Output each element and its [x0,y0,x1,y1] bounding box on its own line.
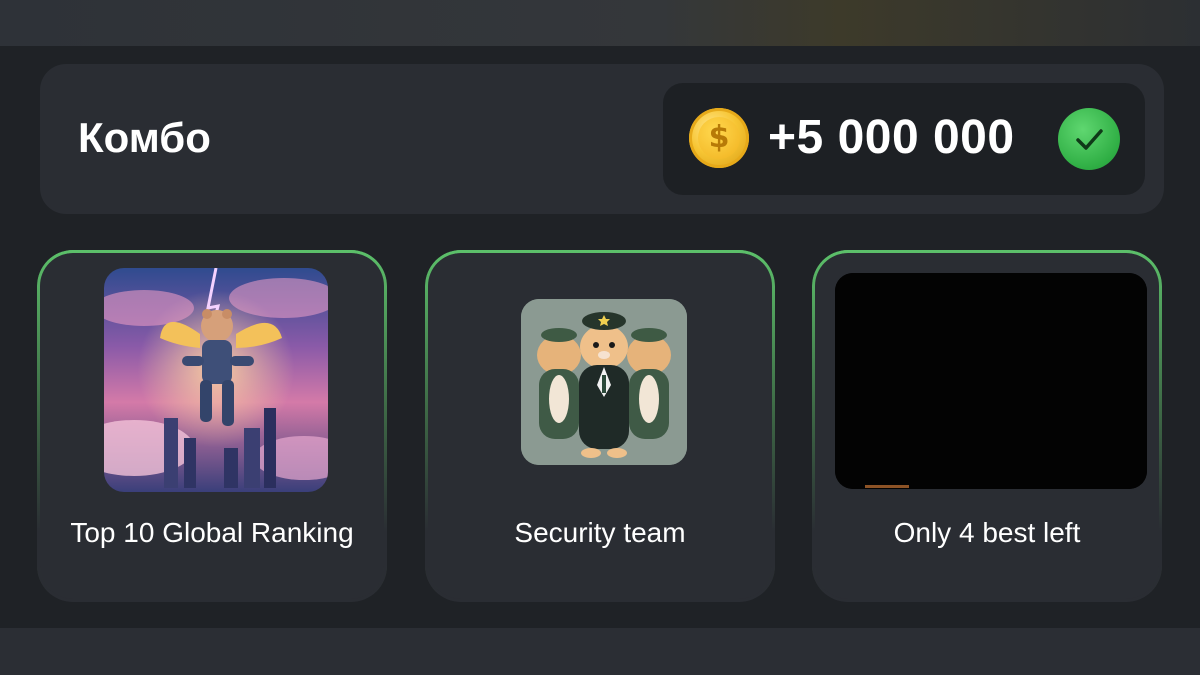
combo-card-top-10-global-ranking[interactable]: Top 10 Global Ranking [37,250,387,602]
dollar-coin-icon: $ [689,108,749,168]
combo-card-only-4-best-left[interactable]: Only 4 best left [812,250,1162,602]
combo-title: Комбо [78,114,211,161]
combo-reward-amount: +5 000 000 [768,111,1015,164]
bottom-strip [0,628,1200,675]
card-label: Security team [514,517,686,548]
top-header-strip [0,0,1200,46]
dark-card-image [835,273,1147,489]
coin-symbol: $ [698,117,740,159]
hamster-astronaut-image [104,268,328,492]
checkmark-icon [1058,108,1120,170]
card-label: Top 10 Global Ranking [70,517,354,548]
combo-card-security-team[interactable]: Security team [425,250,775,602]
security-hamsters-image [521,299,687,465]
card-label: Only 4 best left [893,517,1081,548]
